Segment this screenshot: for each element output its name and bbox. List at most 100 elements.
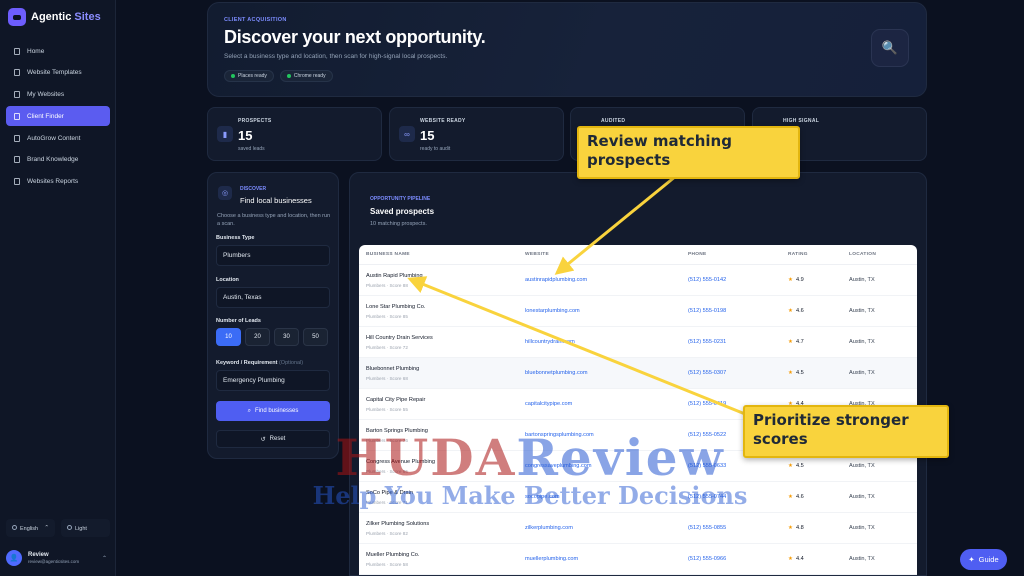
leads-option-30[interactable]: 30 [274, 328, 299, 346]
table-row[interactable]: Austin Rapid Plumbing Plumbers · Score 88… [359, 265, 917, 296]
user-name: Review [28, 552, 49, 558]
leads-option-20[interactable]: 20 [245, 328, 270, 346]
leads-option-50[interactable]: 50 [303, 328, 328, 346]
phone-link[interactable]: (512) 555-0198 [688, 308, 726, 314]
star-icon: ★ [788, 370, 794, 376]
phone-link[interactable]: (512) 555-0633 [688, 463, 726, 469]
sidebar-item-client-finder[interactable]: Client Finder [6, 106, 110, 127]
robot-logo-icon [8, 8, 26, 26]
status-dot-icon [286, 74, 291, 78]
leads-label: Number of Leads [216, 318, 261, 324]
chevron-up-icon: ⌃ [101, 555, 107, 562]
status-dot-icon [231, 74, 235, 78]
table-row[interactable]: Bluebonnet Plumbing Plumbers · Score 68 bl… [359, 358, 917, 389]
table-row[interactable]: SoCo Pipe & Drain Plumbers · Score 71 soco… [359, 482, 917, 513]
app-logo[interactable]: Agentic Sites [8, 8, 101, 26]
phone-link[interactable]: (512) 555-0142 [688, 277, 726, 283]
column-header-business-name[interactable]: BUSINESS NAME [366, 252, 410, 257]
table-row[interactable]: Zilker Plumbing Solutions Plumbers · Scor… [359, 513, 917, 544]
column-header-location[interactable]: LOCATION [849, 252, 876, 257]
user-menu[interactable]: 👤 Review review@agenticsites.com ⌃ [6, 546, 110, 570]
business-meta: Plumbers · Score 55 [366, 407, 408, 412]
column-header-phone[interactable]: PHONE [688, 252, 707, 257]
sidebar-item-website-templates[interactable]: Website Templates [6, 63, 110, 83]
column-header-rating[interactable]: RATING [788, 252, 808, 257]
table-row[interactable]: Lone Star Plumbing Co. Plumbers · Score 8… [359, 296, 917, 327]
website-link[interactable]: socopipe.com [525, 494, 560, 500]
website-link[interactable]: congressaveplumbing.com [525, 463, 592, 469]
location: Austin, TX [849, 463, 875, 469]
stat-label: AUDITED [601, 118, 626, 124]
guide-button[interactable]: ✦ Guide [960, 549, 1007, 570]
globe-icon [12, 524, 17, 530]
website-link[interactable]: lonestarplumbing.com [525, 308, 580, 314]
status-badges: Places ready Chrome ready [224, 70, 333, 82]
phone-link[interactable]: (512) 555-0522 [688, 432, 726, 438]
star-icon: ★ [788, 556, 794, 562]
column-header-website[interactable]: WEBSITE [525, 252, 549, 257]
location-label: Location [216, 277, 239, 283]
pipeline-title: Saved prospects [370, 207, 435, 216]
business-name: SoCo Pipe & Drain [366, 490, 413, 496]
content-icon [14, 134, 20, 142]
bookmark-icon: ▮ [217, 126, 233, 142]
discover-description: Choose a business type and location, the… [217, 213, 331, 228]
stat-label: WEBSITE READY [420, 118, 466, 124]
business-name: Bluebonnet Plumbing [366, 366, 420, 372]
sidebar-item-brand-knowledge[interactable]: Brand Knowledge [6, 150, 110, 170]
folder-icon [14, 91, 20, 99]
sidebar-item-my-websites[interactable]: My Websites [6, 85, 110, 105]
client-finder-icon [14, 112, 20, 120]
rating: ★ 4.4 [788, 556, 804, 562]
business-type-label: Business Type [216, 235, 255, 241]
phone-link[interactable]: (512) 555-0966 [688, 556, 726, 562]
reset-button[interactable]: ↺ Reset [216, 430, 330, 448]
business-type-select[interactable]: Plumbers [216, 245, 330, 266]
leads-option-10[interactable]: 10 [216, 328, 241, 346]
sidebar-item-autogrow-content[interactable]: AutoGrow Content [6, 128, 110, 148]
website-link[interactable]: muellerplumbing.com [525, 556, 578, 562]
table-row[interactable]: Hill Country Drain Services Plumbers · Sc… [359, 327, 917, 358]
hero-subtitle: Select a business type and location, the… [224, 53, 448, 60]
star-icon: ★ [788, 525, 794, 531]
phone-link[interactable]: (512) 555-0855 [688, 525, 726, 531]
user-info: Review review@agenticsites.com [28, 552, 79, 564]
sidebar-preferences: English ⌃ Light [6, 519, 110, 537]
website-link[interactable]: capitalcitypipe.com [525, 401, 572, 407]
location: Austin, TX [849, 308, 875, 314]
sidebar-item-home[interactable]: Home [6, 41, 110, 61]
business-meta: Plumbers · Score 65 [366, 469, 408, 474]
user-email: review@agenticsites.com [28, 559, 80, 564]
rating: ★4.8 [788, 525, 804, 531]
location: Austin, TX [849, 277, 875, 283]
find-businesses-button[interactable]: ⌕ Find businesses [216, 401, 330, 421]
stat-label: HIGH SIGNAL [783, 118, 820, 124]
business-meta: Plumbers · Score 71 [366, 500, 408, 505]
phone-link[interactable]: (512) 555-0744 [688, 494, 726, 500]
business-meta: Plumbers · Score 58 [366, 562, 408, 567]
stat-value: 15 [238, 128, 253, 143]
website-link[interactable]: austinrapidplumbing.com [525, 277, 587, 283]
business-meta: Plumbers · Score 85 [366, 314, 408, 319]
reset-icon: ↺ [260, 436, 266, 443]
rating: ★ 4.6 [788, 308, 804, 314]
phone-link[interactable]: (512) 555-0307 [688, 370, 726, 376]
website-link[interactable]: bartonspringsplumbing.com [525, 432, 594, 438]
business-meta: Plumbers · Score 76 [366, 438, 408, 443]
theme-toggle[interactable]: Light [61, 519, 110, 537]
sidebar-item-websites-reports[interactable]: Websites Reports [6, 172, 110, 192]
business-name: Capital City Pipe Repair [366, 397, 426, 403]
phone-link[interactable]: (512) 555-0231 [688, 339, 726, 345]
keyword-input[interactable]: Emergency Plumbing [216, 370, 330, 391]
stat-card-website-ready: ∞ WEBSITE READY 15 ready to audit [389, 107, 564, 161]
language-select[interactable]: English ⌃ [6, 519, 55, 537]
table-row[interactable]: Mueller Plumbing Co. Plumbers · Score 58 m… [359, 544, 917, 575]
website-link[interactable]: zilkerplumbing.com [525, 525, 573, 531]
stat-sub: ready to audit [420, 146, 451, 152]
website-link[interactable]: bluebonnetplumbing.com [525, 370, 588, 376]
phone-link[interactable]: (512) 555-0419 [688, 401, 726, 407]
website-link[interactable]: hillcountrydrain.com [525, 339, 575, 345]
location-input[interactable]: Austin, Texas [216, 287, 330, 308]
page-title: Discover your next opportunity. [224, 27, 486, 47]
pipeline-subtitle: 10 matching prospects. [370, 221, 427, 227]
